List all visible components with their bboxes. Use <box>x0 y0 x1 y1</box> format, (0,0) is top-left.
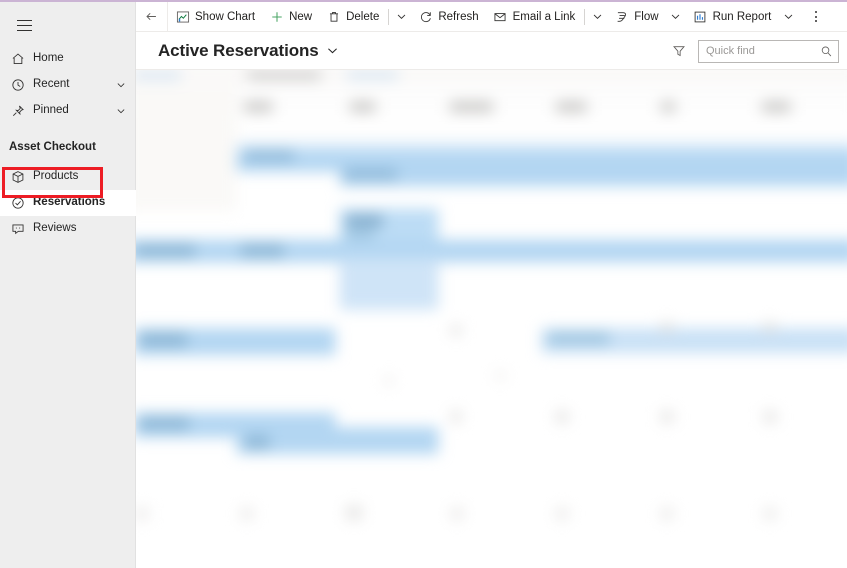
email-icon <box>493 9 508 24</box>
chevron-down-icon[interactable] <box>326 44 339 57</box>
quick-find[interactable] <box>698 39 839 63</box>
search-input[interactable] <box>699 40 809 62</box>
command-label: Delete <box>346 10 380 23</box>
filter-icon[interactable] <box>668 40 690 62</box>
flow-button[interactable]: Flow <box>607 2 665 32</box>
comment-icon <box>9 221 26 238</box>
sidebar-item-home[interactable]: Home <box>0 46 136 72</box>
reservations-grid[interactable] <box>136 70 847 567</box>
command-label: Run Report <box>712 10 772 23</box>
chevron-down-icon[interactable] <box>116 106 126 116</box>
view-header-actions <box>668 32 839 70</box>
view-selector[interactable]: Active Reservations <box>158 41 339 61</box>
report-icon <box>693 9 708 24</box>
app-window: Home Recent Pinned Asset Checkout Produc… <box>0 0 847 568</box>
sidebar-item-label: Reviews <box>33 222 77 235</box>
command-label: Show Chart <box>195 10 256 23</box>
refresh-icon <box>418 9 433 24</box>
chart-icon <box>175 9 190 24</box>
command-separator <box>388 8 390 25</box>
main-content: Show Chart New Delete Refresh Email a Li… <box>136 1 847 568</box>
sidebar-item-label: Pinned <box>33 104 69 117</box>
trash-icon <box>326 9 341 24</box>
more-dot <box>815 15 818 18</box>
hamburger-line <box>16 24 32 26</box>
sidebar-item-label: Home <box>33 52 64 65</box>
show-chart-button[interactable]: Show Chart <box>168 2 262 32</box>
back-button[interactable] <box>136 1 168 32</box>
command-label: New <box>289 10 313 23</box>
email-a-link-button[interactable]: Email a Link <box>486 2 583 32</box>
nav-group-spacer <box>0 124 136 138</box>
new-button[interactable]: New <box>262 2 319 32</box>
nav-group-spacer <box>0 156 136 164</box>
pin-icon <box>9 103 26 120</box>
check-circle-icon <box>9 195 26 212</box>
hamburger-line <box>16 29 32 31</box>
home-icon <box>9 51 26 68</box>
sidebar-item-label: Recent <box>33 78 70 91</box>
view-header: Active Reservations <box>136 32 847 70</box>
grid-blurred-content <box>136 70 847 567</box>
top-accent-bar <box>0 0 847 2</box>
sidebar-item-pinned[interactable]: Pinned <box>0 98 136 124</box>
sidebar-item-reviews[interactable]: Reviews <box>0 216 136 242</box>
flow-icon <box>614 9 629 24</box>
delete-button[interactable]: Delete <box>319 2 386 32</box>
more-dot <box>815 11 818 13</box>
command-separator <box>584 8 586 25</box>
sidebar-nav-list: Home Recent Pinned Asset Checkout Produc… <box>0 46 136 242</box>
run-report-dropdown-caret[interactable] <box>778 2 798 32</box>
page-title: Active Reservations <box>158 40 319 60</box>
flow-dropdown-caret[interactable] <box>666 2 686 32</box>
delete-dropdown-caret[interactable] <box>391 2 411 32</box>
chevron-down-icon[interactable] <box>116 80 126 90</box>
sidebar-item-label: Products <box>33 170 79 183</box>
nav-group-title: Asset Checkout <box>9 141 96 153</box>
more-commands-button[interactable] <box>804 2 828 32</box>
sidebar-item-reservations[interactable]: Reservations <box>0 190 136 216</box>
refresh-button[interactable]: Refresh <box>411 2 485 32</box>
plus-icon <box>269 9 284 24</box>
sidebar-item-recent[interactable]: Recent <box>0 72 136 98</box>
command-label: Refresh <box>438 10 479 23</box>
sidebar-item-label: Reservations <box>33 196 106 209</box>
hamburger-line <box>16 19 32 21</box>
clock-icon <box>9 77 26 94</box>
more-dot <box>815 20 818 22</box>
box-icon <box>9 169 26 186</box>
search-icon[interactable] <box>819 44 833 58</box>
command-bar: Show Chart New Delete Refresh Email a Li… <box>136 1 847 32</box>
email-dropdown-caret[interactable] <box>587 2 607 32</box>
run-report-button[interactable]: Run Report <box>686 2 779 32</box>
navigation-sidebar: Home Recent Pinned Asset Checkout Produc… <box>0 2 136 568</box>
sidebar-item-products[interactable]: Products <box>0 164 136 190</box>
site-map-button[interactable] <box>8 10 40 40</box>
command-label: Flow <box>634 10 659 23</box>
more-icon <box>815 11 818 22</box>
command-label: Email a Link <box>512 10 576 23</box>
